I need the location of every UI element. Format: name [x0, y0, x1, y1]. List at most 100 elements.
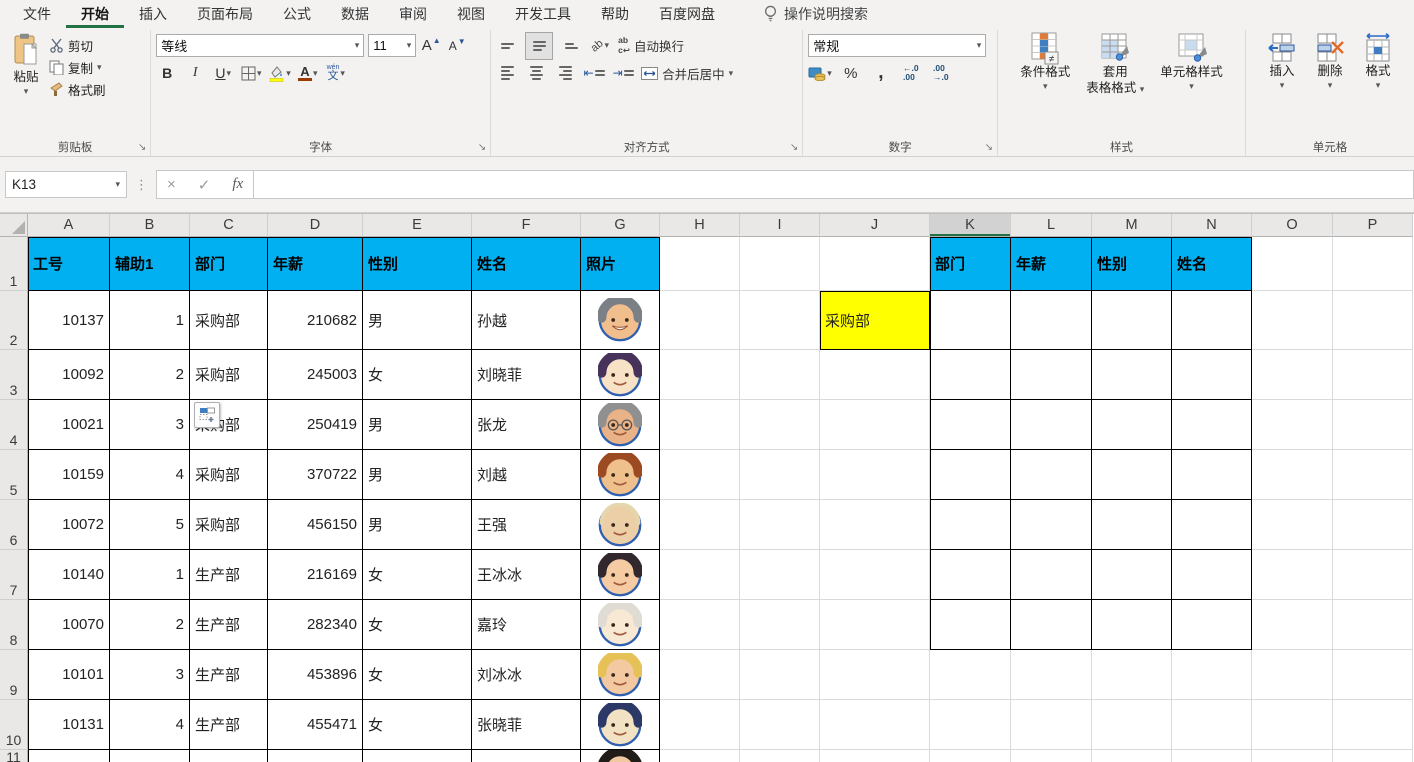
middle-align-button[interactable]	[525, 32, 553, 60]
cell-L7[interactable]	[1011, 550, 1092, 600]
cell-J2[interactable]: 采购部	[820, 291, 930, 350]
cell-C2[interactable]: 采购部	[190, 291, 268, 350]
alignment-dialog-launcher[interactable]: ↘	[790, 143, 798, 153]
cell-H7[interactable]	[660, 550, 740, 600]
cell-K9[interactable]	[930, 650, 1011, 700]
cell-F9[interactable]: 刘冰冰	[472, 650, 581, 700]
align-center-button[interactable]	[525, 62, 547, 84]
increase-indent-button[interactable]: ⇥	[612, 62, 634, 84]
cell-J1[interactable]	[820, 237, 930, 291]
cell-L2[interactable]	[1011, 291, 1092, 350]
italic-button[interactable]: I	[184, 62, 206, 84]
cell-J3[interactable]	[820, 350, 930, 400]
cell-I4[interactable]	[740, 400, 820, 450]
cell-K2[interactable]	[930, 291, 1011, 350]
cell-P6[interactable]	[1333, 500, 1413, 550]
number-dialog-launcher[interactable]: ↘	[985, 143, 993, 153]
col-header-F[interactable]: F	[472, 214, 581, 237]
cell-I6[interactable]	[740, 500, 820, 550]
cell-B9[interactable]: 3	[110, 650, 190, 700]
cell-L6[interactable]	[1011, 500, 1092, 550]
cell-A3[interactable]: 10092	[28, 350, 110, 400]
phonetic-guide-button[interactable]: wén 文 ▾	[325, 62, 347, 84]
cell-A1[interactable]: 工号	[28, 237, 110, 291]
cell-O3[interactable]	[1252, 350, 1333, 400]
cell-N1[interactable]: 姓名	[1172, 237, 1252, 291]
cell-K4[interactable]	[930, 400, 1011, 450]
cell-L1[interactable]: 年薪	[1011, 237, 1092, 291]
cell-J11[interactable]	[820, 750, 930, 762]
photo-row11[interactable]	[581, 750, 660, 762]
tab-审阅[interactable]: 审阅	[384, 0, 442, 28]
cell-B4[interactable]: 3	[110, 400, 190, 450]
cell-K11[interactable]	[930, 750, 1011, 762]
cell-C1[interactable]: 部门	[190, 237, 268, 291]
cell-N5[interactable]	[1172, 450, 1252, 500]
col-header-I[interactable]: I	[740, 214, 820, 237]
cell-C6[interactable]: 采购部	[190, 500, 268, 550]
cell-P8[interactable]	[1333, 600, 1413, 650]
tab-数据[interactable]: 数据	[326, 0, 384, 28]
col-header-E[interactable]: E	[363, 214, 472, 237]
align-left-button[interactable]	[496, 62, 518, 84]
row-header-3[interactable]: 3	[0, 350, 28, 400]
cell-J4[interactable]	[820, 400, 930, 450]
cell-O7[interactable]	[1252, 550, 1333, 600]
cell-H10[interactable]	[660, 700, 740, 750]
cell-K3[interactable]	[930, 350, 1011, 400]
tell-me-search[interactable]: 操作说明搜索	[764, 0, 868, 28]
cell-C3[interactable]: 采购部	[190, 350, 268, 400]
cell-P10[interactable]	[1333, 700, 1413, 750]
format-as-table-button[interactable]: 套用 表格格式 ▾	[1079, 32, 1151, 96]
cell-F7[interactable]: 王冰冰	[472, 550, 581, 600]
cell-B2[interactable]: 1	[110, 291, 190, 350]
top-align-button[interactable]	[496, 35, 518, 57]
cell-K7[interactable]	[930, 550, 1011, 600]
cell-P3[interactable]	[1333, 350, 1413, 400]
cell-D10[interactable]: 455471	[268, 700, 363, 750]
cell-P7[interactable]	[1333, 550, 1413, 600]
col-header-B[interactable]: B	[110, 214, 190, 237]
decrease-indent-button[interactable]: ⇤	[583, 62, 605, 84]
cell-O10[interactable]	[1252, 700, 1333, 750]
cell-K6[interactable]	[930, 500, 1011, 550]
cell-J10[interactable]	[820, 700, 930, 750]
cell-L3[interactable]	[1011, 350, 1092, 400]
photo-刘晓菲[interactable]	[581, 350, 660, 400]
cell-B7[interactable]: 1	[110, 550, 190, 600]
tab-帮助[interactable]: 帮助	[586, 0, 644, 28]
conditional-formatting-button[interactable]: ≠ 条件格式 ▾	[1013, 32, 1077, 92]
cell-P11[interactable]	[1333, 750, 1413, 762]
insert-function-icon[interactable]: fx	[232, 176, 243, 193]
cell-F8[interactable]: 嘉玲	[472, 600, 581, 650]
row-header-11[interactable]: 11	[0, 750, 28, 762]
cell-L5[interactable]	[1011, 450, 1092, 500]
copy-button[interactable]: 复制 ▾	[47, 56, 108, 78]
cell-A6[interactable]: 10072	[28, 500, 110, 550]
cell-C10[interactable]: 生产部	[190, 700, 268, 750]
cell-K10[interactable]	[930, 700, 1011, 750]
tab-页面布局[interactable]: 页面布局	[182, 0, 268, 28]
orientation-button[interactable]: ab▾	[589, 35, 611, 57]
cell-D5[interactable]: 370722	[268, 450, 363, 500]
cell-K8[interactable]	[930, 600, 1011, 650]
cell-B8[interactable]: 2	[110, 600, 190, 650]
cell-J8[interactable]	[820, 600, 930, 650]
photo-刘越[interactable]	[581, 450, 660, 500]
cell-I1[interactable]	[740, 237, 820, 291]
cell-A2[interactable]: 10137	[28, 291, 110, 350]
cell-H8[interactable]	[660, 600, 740, 650]
cell-F11[interactable]	[472, 750, 581, 762]
cell-E9[interactable]: 女	[363, 650, 472, 700]
font-color-button[interactable]: A ▾	[297, 62, 319, 84]
cell-A8[interactable]: 10070	[28, 600, 110, 650]
cut-button[interactable]: 剪切	[47, 34, 108, 56]
cell-K1[interactable]: 部门	[930, 237, 1011, 291]
cell-K5[interactable]	[930, 450, 1011, 500]
cell-C11[interactable]	[190, 750, 268, 762]
cell-I10[interactable]	[740, 700, 820, 750]
row-header-5[interactable]: 5	[0, 450, 28, 500]
cell-E1[interactable]: 性别	[363, 237, 472, 291]
select-all-corner[interactable]	[0, 214, 28, 237]
cell-D6[interactable]: 456150	[268, 500, 363, 550]
